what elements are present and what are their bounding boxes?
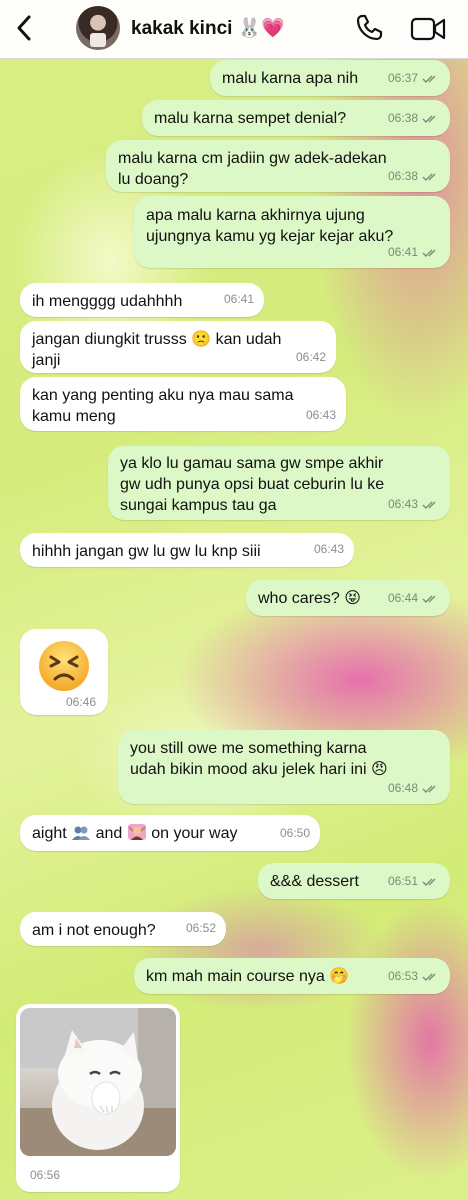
- message-meta: 06:38: [388, 166, 440, 187]
- message-time: 06:46: [65, 695, 96, 709]
- message-text: who cares? 😝: [258, 590, 361, 607]
- message-text: km mah main course nya 🤭: [146, 968, 350, 985]
- message-outgoing[interactable]: you still owe me something karna udah bi…: [118, 730, 450, 804]
- message-text: jangan diungkit trusss 🙁 kan udah janji: [32, 331, 282, 369]
- message-meta: 06:42: [296, 347, 326, 368]
- white-kitten-photo[interactable]: [20, 1008, 176, 1156]
- message-text: malu karna sempet denial?: [154, 110, 347, 127]
- message-time: 06:43: [313, 542, 344, 556]
- message-time: 06:41: [223, 292, 254, 306]
- busts-in-silhouette-icon: [71, 825, 91, 847]
- message-incoming[interactable]: hihhh jangan gw lu gw lu knp siii 06:43: [20, 533, 354, 567]
- message-time: 06:37: [387, 71, 418, 85]
- message-meta: 06:46: [66, 695, 96, 709]
- message-text: malu karna apa nih: [222, 70, 359, 87]
- message-text: hihhh jangan gw lu gw lu knp siii: [32, 543, 261, 560]
- message-incoming-emoji[interactable]: 06:46: [20, 629, 108, 715]
- read-ticks-icon: [422, 74, 440, 84]
- message-incoming[interactable]: am i not enough? 06:52: [20, 912, 226, 946]
- persevering-face-icon: [39, 641, 89, 691]
- message-outgoing[interactable]: malu karna apa nih 06:37: [210, 60, 450, 96]
- person-getting-massage-icon: [127, 823, 147, 847]
- read-ticks-icon: [422, 784, 440, 794]
- message-time: 06:51: [387, 874, 418, 888]
- message-text: apa malu karna akhirnya ujung ujungnya k…: [146, 207, 394, 245]
- message-time: 06:38: [387, 169, 418, 183]
- message-meta: 06:37: [388, 68, 440, 89]
- read-ticks-icon: [422, 972, 440, 982]
- message-meta: 06:43: [314, 539, 344, 560]
- phone-icon[interactable]: [354, 13, 384, 43]
- message-outgoing[interactable]: ya klo lu gamau sama gw smpe akhir gw ud…: [108, 446, 450, 520]
- message-text: kan yang penting aku nya mau sama kamu m…: [32, 387, 294, 425]
- message-incoming[interactable]: aight and on your way 06:50: [20, 815, 320, 851]
- message-time: 06:52: [185, 921, 216, 935]
- message-outgoing[interactable]: malu karna sempet denial? 06:38: [142, 100, 450, 136]
- contact-name[interactable]: kakak kinci 🐰💗: [131, 16, 285, 40]
- back-chevron-icon[interactable]: [10, 12, 38, 44]
- read-ticks-icon: [422, 114, 440, 124]
- message-outgoing[interactable]: apa malu karna akhirnya ujung ujungnya k…: [134, 196, 450, 268]
- message-outgoing[interactable]: km mah main course nya 🤭 06:53: [134, 958, 450, 994]
- message-text: you still owe me something karna udah bi…: [130, 740, 388, 778]
- message-meta: 06:52: [186, 918, 216, 939]
- message-meta: 06:41: [224, 289, 254, 310]
- message-text: malu karna cm jadiin gw adek-adekan lu d…: [118, 150, 387, 188]
- message-text: am i not enough?: [32, 922, 156, 939]
- message-time: 06:53: [387, 969, 418, 983]
- message-time: 06:44: [387, 591, 418, 605]
- message-time: 06:56: [30, 1168, 61, 1182]
- message-time: 06:43: [387, 497, 418, 511]
- message-outgoing[interactable]: &&& dessert 06:51: [258, 863, 450, 899]
- message-meta: 06:48: [388, 778, 440, 799]
- read-ticks-icon: [422, 172, 440, 182]
- message-text-part: aight: [32, 825, 67, 842]
- chat-header: kakak kinci 🐰💗: [0, 0, 468, 59]
- message-time: 06:50: [279, 826, 310, 840]
- message-incoming[interactable]: ih mengggg udahhhh 06:41: [20, 283, 264, 317]
- message-meta: 06:38: [388, 108, 440, 129]
- message-incoming[interactable]: jangan diungkit trusss 🙁 kan udah janji …: [20, 321, 336, 373]
- message-text-part: on your way: [151, 825, 238, 842]
- message-meta: 06:43: [388, 494, 440, 515]
- message-outgoing[interactable]: who cares? 😝 06:44: [246, 580, 450, 616]
- message-meta: 06:44: [388, 588, 440, 609]
- video-camera-icon[interactable]: [410, 15, 446, 43]
- message-meta: 06:50: [280, 823, 310, 844]
- message-incoming-photo[interactable]: 06:56: [16, 1004, 180, 1192]
- message-time: 06:43: [305, 408, 336, 422]
- read-ticks-icon: [422, 594, 440, 604]
- message-meta: 06:43: [306, 405, 336, 426]
- message-time: 06:38: [387, 111, 418, 125]
- message-incoming[interactable]: kan yang penting aku nya mau sama kamu m…: [20, 377, 346, 431]
- message-text: ih mengggg udahhhh: [32, 293, 183, 310]
- message-text: ya klo lu gamau sama gw smpe akhir gw ud…: [120, 455, 385, 514]
- message-time: 06:41: [387, 245, 418, 259]
- read-ticks-icon: [422, 500, 440, 510]
- message-meta: 06:51: [388, 871, 440, 892]
- read-ticks-icon: [422, 877, 440, 887]
- message-text-part: and: [95, 825, 123, 842]
- message-outgoing[interactable]: malu karna cm jadiin gw adek-adekan lu d…: [106, 140, 450, 192]
- read-ticks-icon: [422, 248, 440, 258]
- message-time: 06:42: [295, 350, 326, 364]
- message-meta: 06:53: [388, 966, 440, 987]
- message-time: 06:48: [387, 781, 418, 795]
- message-meta: 06:41: [388, 242, 440, 263]
- message-text: &&& dessert: [270, 873, 359, 890]
- avatar[interactable]: [76, 6, 120, 50]
